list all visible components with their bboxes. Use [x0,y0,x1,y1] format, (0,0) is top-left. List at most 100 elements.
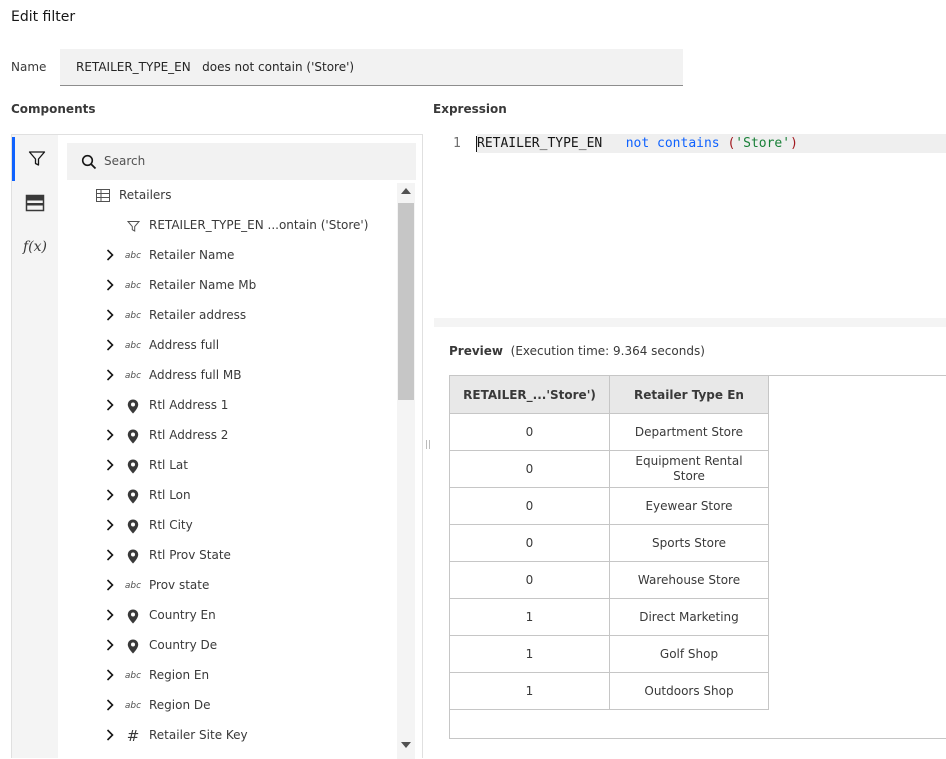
table-row: 0 Department Store [450,413,769,451]
tree-item-label: Address full [149,338,220,352]
chevron-right-icon[interactable] [106,639,114,655]
tree-item[interactable]: abc Retailer Name Mb [58,271,396,301]
text-type-icon: abc [124,671,142,681]
text-type-icon: abc [124,701,142,711]
functions-tab[interactable]: f(x) [12,225,58,269]
scroll-up-arrow-icon[interactable] [401,188,411,194]
tree-item[interactable]: Rtl Prov State [58,541,396,571]
numeric-icon: # [126,727,140,745]
tree-item[interactable]: abc Retailer Name [58,241,396,271]
tree-item-label: Prov state [149,578,210,592]
table-cell: Warehouse Store [609,561,769,599]
chevron-right-icon[interactable] [106,309,114,325]
tree-item[interactable]: abc Region En [58,661,396,691]
tree-item[interactable]: Country De [58,631,396,661]
tree-item-label: Rtl Address 2 [149,428,229,442]
tree-item[interactable]: abc Address full MB [58,361,396,391]
tree-item-label: Rtl Lon [149,488,191,502]
location-icon [125,609,141,623]
chevron-right-icon[interactable] [106,369,114,385]
location-icon [125,519,141,533]
tree-item-label: Rtl Address 1 [149,398,229,412]
tree-item[interactable]: Rtl City [58,511,396,541]
chevron-right-icon[interactable] [106,489,114,505]
chevron-right-icon[interactable] [106,609,114,625]
table-cell: Golf Shop [609,635,769,673]
table-cell: 0 [450,450,610,488]
tree-item[interactable]: # Retailer Site Key [58,721,396,751]
preview-label: Preview [449,344,504,358]
chevron-right-icon[interactable] [106,339,114,355]
text-type-icon: abc [124,281,142,291]
chevron-right-icon[interactable] [106,579,114,595]
chevron-right-icon[interactable] [106,549,114,565]
tree-item-label: Region De [149,698,211,712]
tree-item-label: Retailer Site Key [149,728,248,742]
search-icon [81,154,97,170]
tree-item[interactable]: abc Prov state [58,571,396,601]
table-cell: 1 [450,672,610,710]
table-cell: 0 [450,561,610,599]
chevron-right-icon[interactable] [106,249,114,265]
location-icon [125,639,141,653]
editor-preview-divider[interactable] [434,318,946,327]
tree-item[interactable]: Rtl Address 2 [58,421,396,451]
table-cell: 1 [450,635,610,673]
chevron-right-icon[interactable] [106,699,114,715]
expression-editor[interactable]: 1 RETAILER_TYPE_EN not contains ('Store'… [434,134,946,317]
scroll-down-arrow-icon[interactable] [401,742,411,748]
table-row: 1 Direct Marketing [450,598,769,636]
component-tree: Retailers RETAILER_TYPE_EN ...ontain ('S… [58,181,396,759]
search-placeholder: Search [104,154,146,168]
chevron-right-icon[interactable] [106,279,114,295]
filter-icon [126,220,141,237]
tree-item-label: Country En [149,608,216,622]
table-cell: Direct Marketing [609,598,769,636]
chevron-right-icon[interactable] [106,429,114,445]
tree-item-label: Rtl Prov State [149,548,231,562]
tree-root-retailers[interactable]: Retailers [58,181,396,211]
filter-icon [28,151,45,166]
tree-item[interactable]: abc Retailer address [58,301,396,331]
name-label: Name [11,60,47,74]
tree-item[interactable]: abc Address full [58,331,396,361]
chevron-right-icon[interactable] [106,399,114,415]
data-item-icon [25,194,45,212]
tree-item[interactable]: Rtl Lat [58,451,396,481]
execution-time: (Execution time: 9.364 seconds) [510,344,705,358]
tree-scrollbar-thumb[interactable] [398,203,414,400]
table-cell: Sports Store [609,524,769,562]
chevron-right-icon[interactable] [106,669,114,685]
tree-item-label: Retailer Name Mb [149,278,257,292]
tree-filter-item[interactable]: RETAILER_TYPE_EN ...ontain ('Store') [58,211,396,241]
text-type-icon: abc [124,251,142,261]
column-header[interactable]: RETAILER_...'Store') [450,376,610,414]
expr-string: 'Store' [735,136,791,151]
chevron-right-icon[interactable] [106,459,114,475]
column-header[interactable]: Retailer Type En [609,376,769,414]
text-cursor [476,136,477,152]
filter-tab[interactable] [12,137,58,181]
text-type-icon: abc [124,581,142,591]
tree-item[interactable]: Rtl Address 1 [58,391,396,421]
tree-item-label: Country De [149,638,218,652]
table-cell: Department Store [609,413,769,451]
tree-item[interactable]: Country En [58,601,396,631]
table-row: 1 Outdoors Shop [450,672,769,710]
table-row: 0 Eyewear Store [450,487,769,525]
text-type-icon: abc [124,341,142,351]
data-items-tab[interactable] [12,181,58,225]
chevron-right-icon[interactable] [106,729,114,745]
tree-item[interactable]: Rtl Lon [58,481,396,511]
table-row: 0 Sports Store [450,524,769,562]
function-icon: f(x) [22,239,47,255]
expr-paren-close: ) [790,136,798,151]
line-number: 1 [453,136,461,151]
search-input[interactable]: Search [67,143,416,180]
name-field[interactable]: RETAILER_TYPE_EN does not contain ('Stor… [60,49,683,86]
panel-splitter[interactable]: || [425,440,431,450]
table-cell: 0 [450,487,610,525]
chevron-right-icon[interactable] [106,519,114,535]
components-label: Components [11,102,96,116]
tree-item[interactable]: abc Region De [58,691,396,721]
